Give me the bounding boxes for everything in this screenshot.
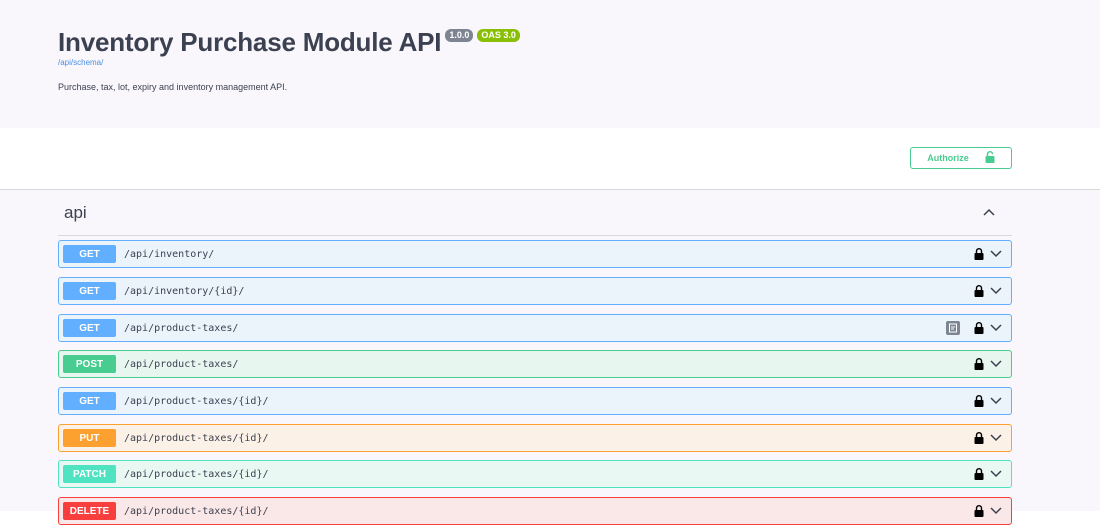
lock-icon[interactable] bbox=[974, 468, 984, 480]
operation-get[interactable]: GET/api/product-taxes/{id}/ bbox=[58, 387, 1012, 415]
method-badge: DELETE bbox=[63, 502, 116, 520]
lock-icon[interactable] bbox=[974, 248, 984, 260]
chevron-up-icon[interactable] bbox=[982, 204, 996, 222]
operation-patch[interactable]: PATCH/api/product-taxes/{id}/ bbox=[58, 460, 1012, 488]
operation-path: /api/product-taxes/ bbox=[124, 358, 239, 370]
operations-section: api GET/api/inventory/GET/api/inventory/… bbox=[0, 190, 1100, 525]
operation-controls bbox=[946, 315, 1003, 341]
version-badge: 1.0.0 bbox=[445, 29, 474, 42]
method-badge: GET bbox=[63, 245, 116, 263]
scheme-container: Authorize bbox=[0, 128, 1100, 190]
chevron-down-icon[interactable] bbox=[989, 506, 1003, 516]
chevron-down-icon[interactable] bbox=[989, 396, 1003, 406]
chevron-down-icon[interactable] bbox=[989, 249, 1003, 259]
lock-icon[interactable] bbox=[974, 322, 984, 334]
operation-post[interactable]: POST/api/product-taxes/ bbox=[58, 350, 1012, 378]
operation-controls bbox=[974, 351, 1003, 377]
operation-path: /api/product-taxes/{id}/ bbox=[124, 432, 269, 444]
operation-controls bbox=[974, 278, 1003, 304]
method-badge: GET bbox=[63, 282, 116, 300]
tag-header-api[interactable]: api bbox=[58, 190, 1012, 236]
method-badge: GET bbox=[63, 392, 116, 410]
oas-badge: OAS 3.0 bbox=[477, 29, 520, 42]
title-row: Inventory Purchase Module API 1.0.0 OAS … bbox=[58, 28, 520, 56]
page-title: Inventory Purchase Module API bbox=[58, 27, 442, 57]
operation-path: /api/inventory/{id}/ bbox=[124, 285, 245, 297]
method-badge: PATCH bbox=[63, 465, 116, 483]
info-section: Inventory Purchase Module API 1.0.0 OAS … bbox=[0, 0, 1100, 128]
method-badge: POST bbox=[63, 355, 116, 373]
chevron-down-icon[interactable] bbox=[989, 469, 1003, 479]
operation-put[interactable]: PUT/api/product-taxes/{id}/ bbox=[58, 424, 1012, 452]
api-description: Purchase, tax, lot, expiry and inventory… bbox=[58, 82, 288, 92]
tag-name: api bbox=[64, 202, 87, 222]
operation-controls bbox=[974, 425, 1003, 451]
operation-controls bbox=[974, 461, 1003, 487]
chevron-down-icon[interactable] bbox=[989, 433, 1003, 443]
authorize-label: Authorize bbox=[927, 153, 969, 163]
chevron-down-icon[interactable] bbox=[989, 286, 1003, 296]
lock-icon[interactable] bbox=[974, 285, 984, 297]
operation-controls bbox=[974, 241, 1003, 267]
operation-delete[interactable]: DELETE/api/product-taxes/{id}/ bbox=[58, 497, 1012, 525]
method-badge: PUT bbox=[63, 429, 116, 447]
operation-path: /api/inventory/ bbox=[124, 248, 215, 260]
lock-icon[interactable] bbox=[974, 505, 984, 517]
operation-controls bbox=[974, 498, 1003, 524]
lock-icon[interactable] bbox=[974, 432, 984, 444]
operation-path: /api/product-taxes/{id}/ bbox=[124, 505, 269, 517]
copy-to-clipboard-icon[interactable] bbox=[946, 321, 960, 335]
authorize-button[interactable]: Authorize bbox=[910, 147, 1012, 169]
unlock-icon bbox=[985, 151, 995, 165]
operation-path: /api/product-taxes/ bbox=[124, 322, 239, 334]
operation-get[interactable]: GET/api/inventory/ bbox=[58, 240, 1012, 268]
schema-link[interactable]: /api/schema/ bbox=[58, 58, 103, 67]
operation-get[interactable]: GET/api/inventory/{id}/ bbox=[58, 277, 1012, 305]
operation-path: /api/product-taxes/{id}/ bbox=[124, 468, 269, 480]
lock-icon[interactable] bbox=[974, 395, 984, 407]
method-badge: GET bbox=[63, 319, 116, 337]
operation-controls bbox=[974, 388, 1003, 414]
operation-path: /api/product-taxes/{id}/ bbox=[124, 395, 269, 407]
chevron-down-icon[interactable] bbox=[989, 323, 1003, 333]
lock-icon[interactable] bbox=[974, 358, 984, 370]
chevron-down-icon[interactable] bbox=[989, 359, 1003, 369]
operation-get[interactable]: GET/api/product-taxes/ bbox=[58, 314, 1012, 342]
